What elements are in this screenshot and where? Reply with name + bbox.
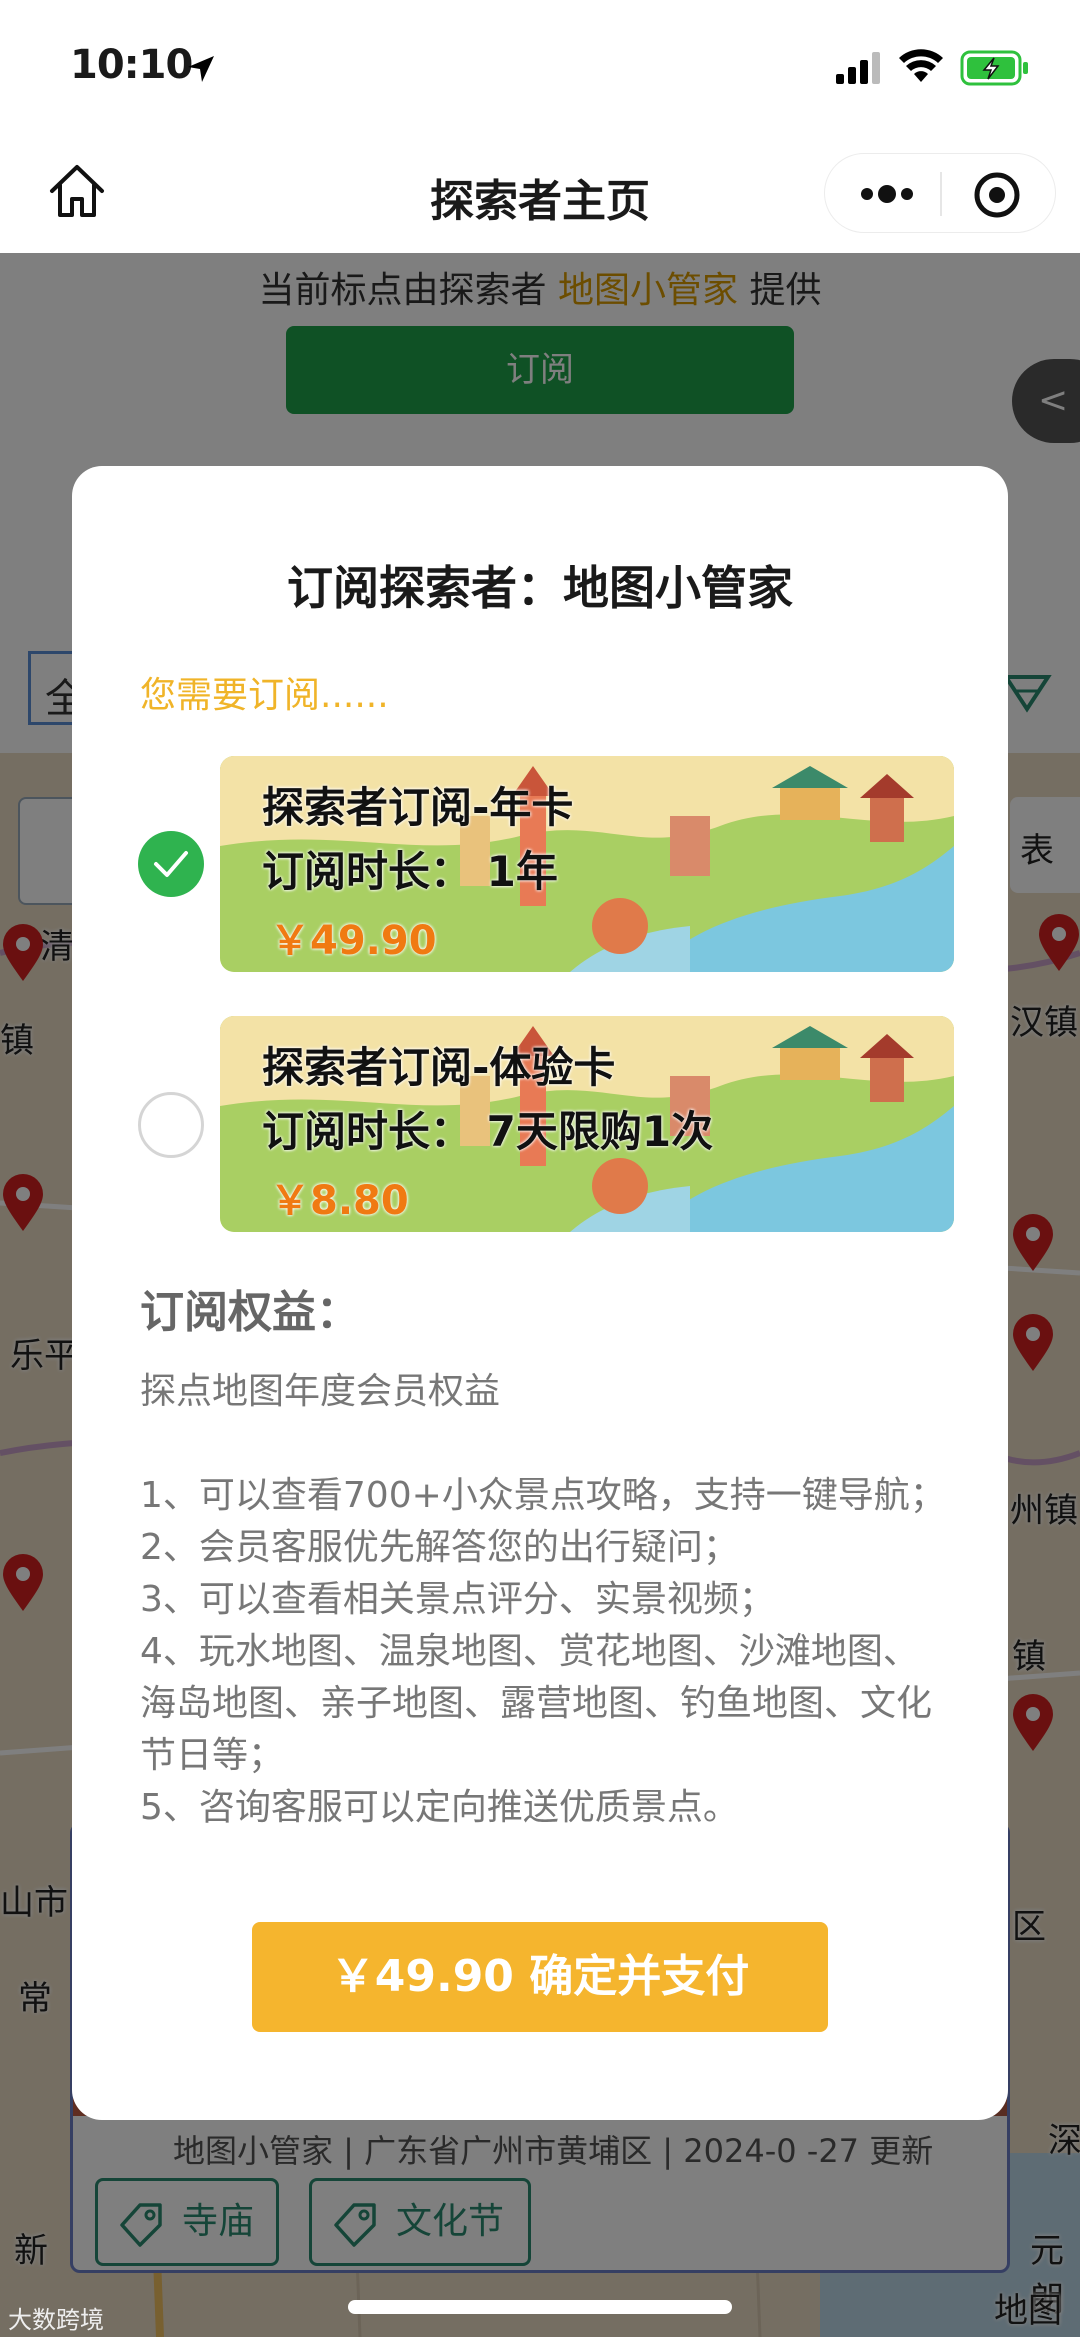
modal-title: 订阅探索者：地图小管家: [287, 561, 793, 615]
wifi-icon: [899, 49, 943, 82]
close-miniprogram-icon[interactable]: [973, 171, 1021, 219]
plan-card[interactable]: 探索者订阅-体验卡 订阅时长： 7天限购1次 ￥8.80: [220, 1016, 954, 1232]
plan-price: ￥49.90: [270, 918, 437, 964]
status-bar: 10:10: [0, 0, 1080, 135]
rights-item: 4、玩水地图、温泉地图、赏花地图、沙滩地图、海岛地图、亲子地图、露营地图、钓鱼地…: [140, 1631, 933, 1776]
rights-item: 2、会员客服优先解答您的出行疑问；: [140, 1527, 739, 1568]
battery-icon: [960, 50, 1028, 86]
rights-item: 3、可以查看相关景点评分、实景视频；: [140, 1579, 775, 1620]
plan-name: 探索者订阅-年卡: [262, 783, 574, 832]
plan-card[interactable]: 探索者订阅-年卡 订阅时长： 1年 ￥49.90: [220, 756, 954, 972]
rights-title: 订阅权益：: [140, 1287, 360, 1338]
home-indicator[interactable]: [348, 2300, 732, 2314]
capsule-divider: [940, 172, 942, 216]
rights-list: 探点地图年度会员权益 1、可以查看700+小众景点攻略，支持一键导航； 2、会员…: [140, 1366, 950, 1834]
plan-name: 探索者订阅-体验卡: [262, 1043, 616, 1092]
nav-bar: 探索者主页: [0, 135, 1080, 253]
plan-duration: 订阅时长： 1年: [262, 847, 558, 896]
plan-radio-unchecked[interactable]: [138, 1092, 204, 1158]
confirm-pay-button[interactable]: ￥49.90 确定并支付: [252, 1922, 828, 2032]
cellular-signal-icon: [836, 52, 880, 84]
more-icon[interactable]: [855, 174, 919, 214]
subscribe-modal: 订阅探索者：地图小管家 您需要订阅...... 探索者订阅-年卡 订阅时长： 1…: [72, 466, 1008, 2120]
miniprogram-capsule: [824, 153, 1056, 233]
check-icon: [154, 851, 188, 877]
rights-intro: 探点地图年度会员权益: [140, 1371, 501, 1412]
status-time: 10:10: [70, 42, 193, 88]
rights-item: 5、咨询客服可以定向推送优质景点。: [140, 1787, 739, 1828]
plan-price: ￥8.80: [270, 1178, 409, 1224]
plan-option-trial[interactable]: 探索者订阅-体验卡 订阅时长： 7天限购1次 ￥8.80: [72, 1016, 1008, 1236]
plan-radio-checked[interactable]: [138, 831, 204, 897]
plan-option-annual[interactable]: 探索者订阅-年卡 订阅时长： 1年 ￥49.90: [72, 756, 1008, 976]
need-subscribe-hint: 您需要订阅......: [140, 675, 389, 716]
plan-duration: 订阅时长： 7天限购1次: [262, 1107, 714, 1156]
rights-item: 1、可以查看700+小众景点攻略，支持一键导航；: [140, 1475, 946, 1516]
location-arrow-icon: [188, 56, 214, 82]
watermark: 大数跨境: [8, 2306, 104, 2334]
